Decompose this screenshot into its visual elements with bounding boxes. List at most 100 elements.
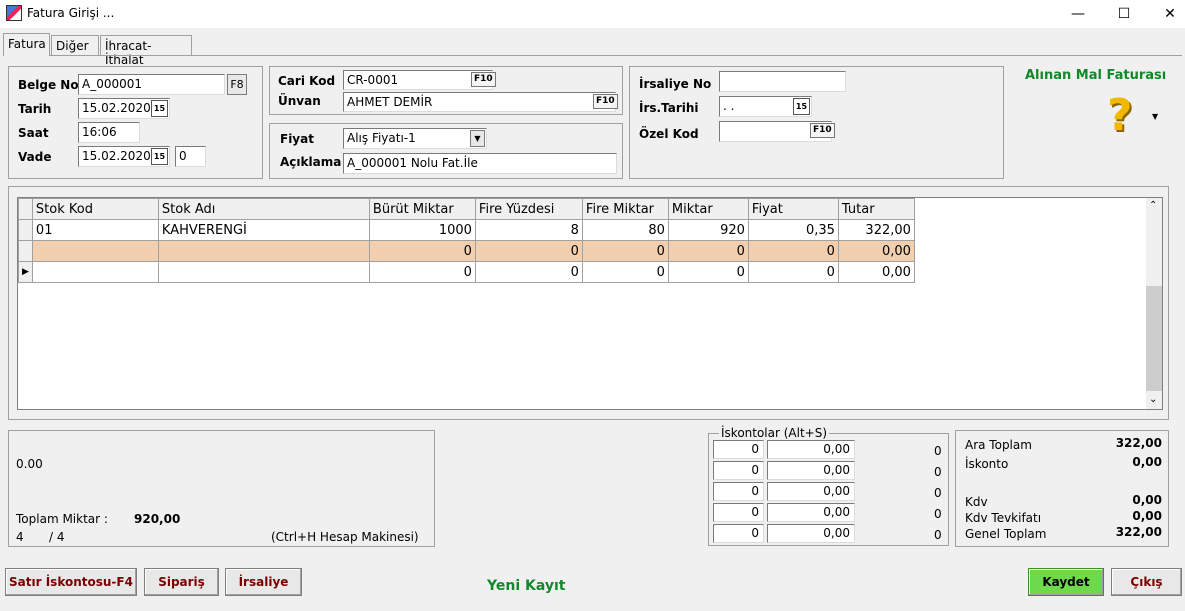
- irs-tarihi-label: İrs.Tarihi: [639, 101, 699, 115]
- tab-diger[interactable]: Diğer: [51, 35, 99, 56]
- title-bar: Fatura Girişi ... — ☐ ✕: [0, 0, 1185, 28]
- tab-ihracat-ithalat[interactable]: İhracat-İthalat: [100, 35, 192, 67]
- saat-label: Saat: [18, 126, 49, 140]
- cell-stok-kod[interactable]: 01: [31, 219, 159, 241]
- cell-tutar[interactable]: 0,00: [837, 261, 915, 283]
- cell-stok-adi[interactable]: KAHVERENGİ: [157, 219, 370, 241]
- ozel-kod-f10-button[interactable]: F10: [810, 123, 835, 138]
- cell-burut-miktar[interactable]: 0: [368, 261, 476, 283]
- table-row[interactable]: 01 KAHVERENGİ 1000 8 80 920 0,35 322,00: [18, 219, 915, 241]
- vade-label: Vade: [18, 150, 52, 164]
- col-fiyat[interactable]: Fiyat: [747, 198, 839, 220]
- unvan-f10-button[interactable]: F10: [593, 94, 618, 109]
- col-stok-adi[interactable]: Stok Adı: [157, 198, 370, 220]
- fiyat-select[interactable]: Alış Fiyatı-1: [343, 128, 487, 149]
- iskonto-rate-input[interactable]: 0: [713, 440, 764, 459]
- irsaliye-button[interactable]: İrsaliye: [225, 568, 302, 596]
- iskonto-amount-input[interactable]: 0,00: [767, 482, 855, 501]
- iskonto-rate-input[interactable]: 0: [713, 461, 764, 480]
- iskonto-rate-input[interactable]: 0: [713, 503, 764, 522]
- cell-fiyat[interactable]: 0: [747, 261, 839, 283]
- cell-stok-kod[interactable]: [31, 261, 159, 283]
- ara-toplam-value: 322,00: [1115, 436, 1162, 450]
- close-button[interactable]: ✕: [1147, 0, 1185, 28]
- cell-fire-yuzdesi[interactable]: 0: [474, 240, 583, 262]
- cell-stok-adi[interactable]: [157, 240, 370, 262]
- scroll-down-icon[interactable]: ⌄: [1149, 394, 1157, 405]
- iskonto-amount-input[interactable]: 0,00: [767, 524, 855, 543]
- ara-toplam-label: Ara Toplam: [965, 438, 1032, 452]
- cell-fire-miktar[interactable]: 0: [581, 261, 669, 283]
- satir-iskontosu-button[interactable]: Satır İskontosu-F4: [5, 568, 137, 596]
- cell-fiyat[interactable]: 0: [747, 240, 839, 262]
- vade-calendar-icon[interactable]: 15: [151, 148, 168, 165]
- vade-gun-input[interactable]: 0: [175, 146, 206, 167]
- table-row[interactable]: 0 0 0 0 0 0,00: [18, 240, 915, 262]
- cell-fire-yuzdesi[interactable]: 8: [474, 219, 583, 241]
- toplam-miktar-value: 920,00: [134, 512, 181, 526]
- cikis-button[interactable]: Çıkış: [1111, 568, 1182, 596]
- col-stok-kod[interactable]: Stok Kod: [31, 198, 159, 220]
- row-indicator[interactable]: [18, 219, 33, 241]
- tab-fatura[interactable]: Fatura: [3, 33, 50, 56]
- window-title: Fatura Girişi ...: [27, 6, 115, 20]
- aciklama-label: Açıklama: [280, 155, 342, 169]
- aciklama-input[interactable]: A_000001 Nolu Fat.İle: [343, 153, 617, 174]
- help-dropdown-icon[interactable]: ▼: [1152, 112, 1158, 121]
- iskonto-rate-input[interactable]: 0: [713, 524, 764, 543]
- cell-tutar[interactable]: 0,00: [837, 240, 915, 262]
- iskonto-total-label: İskonto: [965, 457, 1009, 471]
- fiyat-label: Fiyat: [280, 132, 314, 146]
- irs-tarihi-calendar-icon[interactable]: 15: [793, 98, 810, 115]
- vertical-scrollbar[interactable]: ⌃ ⌄: [1146, 198, 1162, 409]
- cell-tutar[interactable]: 322,00: [837, 219, 915, 241]
- belge-no-input[interactable]: A_000001: [78, 74, 225, 95]
- col-miktar[interactable]: Miktar: [667, 198, 749, 220]
- cell-burut-miktar[interactable]: 0: [368, 240, 476, 262]
- minimize-button[interactable]: —: [1055, 0, 1101, 28]
- cell-miktar[interactable]: 0: [667, 261, 749, 283]
- col-fire-miktar[interactable]: Fire Miktar: [581, 198, 669, 220]
- cell-miktar[interactable]: 920: [667, 219, 749, 241]
- cari-group: Cari Kod CR-0001 F10 Ünvan AHMET DEMİR F…: [269, 66, 623, 115]
- iskonto-row-value: 0: [934, 444, 942, 458]
- maximize-button[interactable]: ☐: [1101, 0, 1147, 28]
- col-tutar[interactable]: Tutar: [837, 198, 915, 220]
- cell-miktar[interactable]: 0: [667, 240, 749, 262]
- items-table: Stok Kod Stok Adı Bürüt Miktar Fire Yüzd…: [18, 198, 915, 283]
- current-row-arrow-icon[interactable]: ▶: [18, 261, 33, 283]
- scroll-thumb[interactable]: [1146, 286, 1162, 391]
- belge-f8-button[interactable]: F8: [227, 74, 247, 95]
- iskonto-amount-input[interactable]: 0,00: [767, 503, 855, 522]
- iskonto-rate-input[interactable]: 0: [713, 482, 764, 501]
- cell-fiyat[interactable]: 0,35: [747, 219, 839, 241]
- kaydet-button[interactable]: Kaydet: [1028, 568, 1104, 596]
- iskonto-amount-input[interactable]: 0,00: [767, 440, 855, 459]
- irsaliye-no-input[interactable]: [719, 71, 846, 92]
- cell-stok-kod[interactable]: [31, 240, 159, 262]
- cell-stok-adi[interactable]: [157, 261, 370, 283]
- col-fire-yuzdesi[interactable]: Fire Yüzdesi: [474, 198, 583, 220]
- help-question-icon[interactable]: ?: [1107, 90, 1133, 142]
- siparis-button[interactable]: Sipariş: [144, 568, 219, 596]
- cell-burut-miktar[interactable]: 1000: [368, 219, 476, 241]
- saat-input[interactable]: 16:06: [78, 122, 140, 143]
- col-burut-miktar[interactable]: Bürüt Miktar: [368, 198, 476, 220]
- summary-value: 0.00: [16, 457, 43, 471]
- items-grid[interactable]: Stok Kod Stok Adı Bürüt Miktar Fire Yüzd…: [17, 197, 1163, 410]
- scroll-up-icon[interactable]: ⌃: [1149, 200, 1157, 211]
- unvan-input[interactable]: AHMET DEMİR: [343, 92, 616, 112]
- invoice-type-title: Alınan Mal Faturası: [1025, 68, 1167, 83]
- row-indicator[interactable]: [18, 240, 33, 262]
- cell-fire-miktar[interactable]: 80: [581, 219, 669, 241]
- kdv-tevkifati-value: 0,00: [1132, 509, 1162, 523]
- iskonto-amount-input[interactable]: 0,00: [767, 461, 855, 480]
- fiyat-dropdown-icon[interactable]: ▼: [470, 130, 485, 147]
- table-row[interactable]: ▶ 0 0 0 0 0 0,00: [18, 261, 915, 283]
- iskonto-row-value: 0: [934, 528, 942, 542]
- cell-fire-yuzdesi[interactable]: 0: [474, 261, 583, 283]
- tarih-calendar-icon[interactable]: 15: [151, 100, 168, 117]
- cell-fire-miktar[interactable]: 0: [581, 240, 669, 262]
- cari-kod-f10-button[interactable]: F10: [471, 72, 496, 87]
- iskonto-legend: İskontolar (Alt+S): [719, 426, 830, 440]
